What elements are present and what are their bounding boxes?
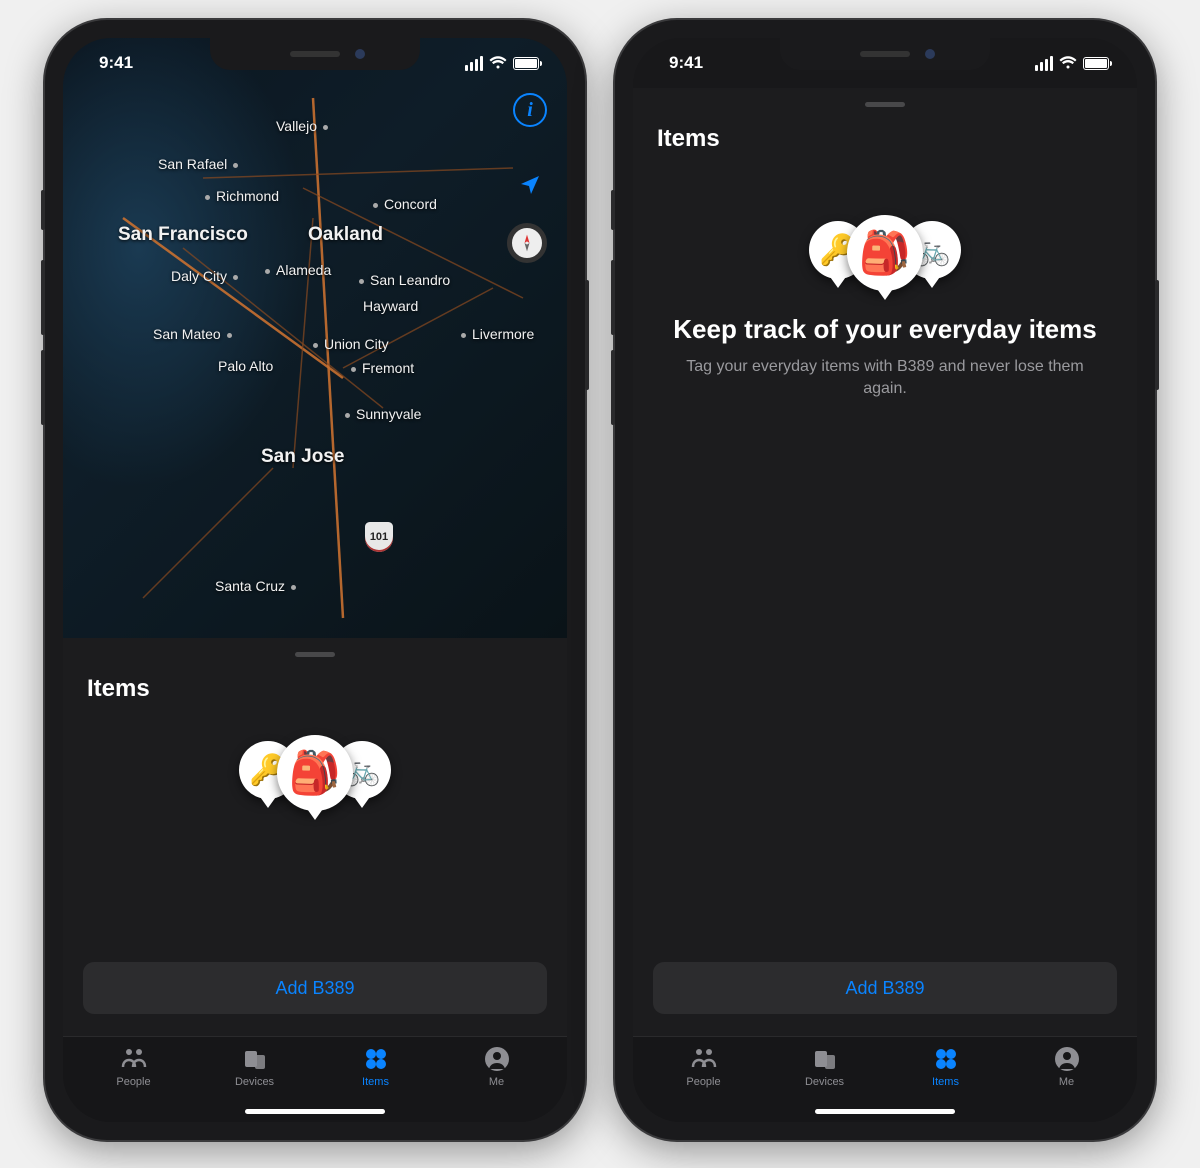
tab-label: Me	[489, 1076, 504, 1088]
add-item-button[interactable]: Add B389	[83, 962, 547, 1014]
map-label-daly-city: Daly City	[171, 268, 238, 284]
devices-icon	[811, 1045, 839, 1073]
map-label-livermore: Livermore	[461, 326, 534, 342]
notch	[780, 38, 990, 70]
map-label-alameda: Alameda	[265, 262, 331, 278]
me-icon	[483, 1045, 511, 1073]
tab-devices[interactable]: Devices	[764, 1045, 885, 1102]
map-label-santa-cruz: Santa Cruz	[215, 578, 296, 594]
map-label-san-francisco: San Francisco	[118, 224, 248, 246]
wifi-icon	[1059, 56, 1077, 70]
drawer-title: Items	[633, 119, 1137, 165]
tab-label: People	[116, 1076, 150, 1088]
hero-title: Keep track of your everyday items	[633, 291, 1137, 356]
drawer-drag-handle[interactable]	[865, 102, 905, 107]
items-drawer[interactable]: Items 🔑 🎒 🚲 Add B389	[63, 638, 567, 1036]
drawer-title: Items	[63, 669, 567, 715]
backpack-pin-icon: 🎒	[847, 215, 923, 291]
items-icon	[362, 1045, 390, 1073]
items-drawer-expanded[interactable]: Items 🔑 🎒 🚲 Keep track of your everyday …	[633, 88, 1137, 1036]
tab-label: Devices	[805, 1076, 844, 1088]
battery-icon	[1083, 57, 1109, 70]
screen-right: 9:41 Items 🔑 🎒 🚲 Keep track of your ever…	[633, 38, 1137, 1122]
map-label-san-jose: San Jose	[261, 446, 344, 468]
devices-icon	[241, 1045, 269, 1073]
map-label-sunnyvale: Sunnyvale	[345, 406, 421, 422]
phone-right: 9:41 Items 🔑 🎒 🚲 Keep track of your ever…	[615, 20, 1155, 1140]
tab-items[interactable]: Items	[885, 1045, 1006, 1102]
add-item-button[interactable]: Add B389	[653, 962, 1117, 1014]
map-label-richmond: Richmond	[205, 188, 279, 204]
tab-me[interactable]: Me	[1006, 1045, 1127, 1102]
map-label-oakland: Oakland	[308, 224, 383, 246]
map-locate-button[interactable]	[513, 168, 547, 202]
status-time: 9:41	[669, 53, 703, 73]
people-icon	[120, 1045, 148, 1073]
map-label-concord: Concord	[373, 196, 437, 212]
status-icons	[1035, 56, 1109, 71]
tab-label: People	[686, 1076, 720, 1088]
tab-devices[interactable]: Devices	[194, 1045, 315, 1102]
tab-people[interactable]: People	[73, 1045, 194, 1102]
tab-label: Items	[362, 1076, 389, 1088]
home-indicator[interactable]	[245, 1109, 385, 1114]
map-label-hayward: Hayward	[363, 298, 418, 314]
compass-icon	[517, 233, 537, 253]
items-icon	[932, 1045, 960, 1073]
drawer-drag-handle[interactable]	[295, 652, 335, 657]
phone-left: 9:41 San Francisco Oakland San Jose	[45, 20, 585, 1140]
map-label-san-rafael: San Rafael	[158, 156, 238, 172]
map-compass-button[interactable]	[507, 223, 547, 263]
people-icon	[690, 1045, 718, 1073]
map-label-san-leandro: San Leandro	[359, 272, 450, 288]
location-arrow-icon	[518, 173, 542, 197]
home-indicator[interactable]	[815, 1109, 955, 1114]
cellular-icon	[1035, 56, 1053, 71]
map[interactable]: San Francisco Oakland San Jose Vallejo S…	[63, 38, 567, 638]
tab-people[interactable]: People	[643, 1045, 764, 1102]
me-icon	[1053, 1045, 1081, 1073]
map-label-vallejo: Vallejo	[276, 118, 328, 134]
screen-left: 9:41 San Francisco Oakland San Jose	[63, 38, 567, 1122]
map-label-fremont: Fremont	[351, 360, 414, 376]
tab-me[interactable]: Me	[436, 1045, 557, 1102]
items-illustration: 🔑 🎒 🚲	[633, 165, 1137, 291]
tab-items[interactable]: Items	[315, 1045, 436, 1102]
backpack-pin-icon: 🎒	[277, 735, 353, 811]
items-illustration: 🔑 🎒 🚲	[63, 715, 567, 811]
tab-label: Me	[1059, 1076, 1074, 1088]
tab-label: Items	[932, 1076, 959, 1088]
map-label-san-mateo: San Mateo	[153, 326, 232, 342]
map-label-palo-alto: Palo Alto	[218, 358, 273, 374]
tab-label: Devices	[235, 1076, 274, 1088]
hero-subtitle: Tag your everyday items with B389 and ne…	[633, 356, 1137, 401]
notch	[210, 38, 420, 70]
route-101-shield: 101	[365, 522, 393, 552]
map-label-union-city: Union City	[313, 336, 389, 352]
map-info-button[interactable]: i	[513, 93, 547, 127]
